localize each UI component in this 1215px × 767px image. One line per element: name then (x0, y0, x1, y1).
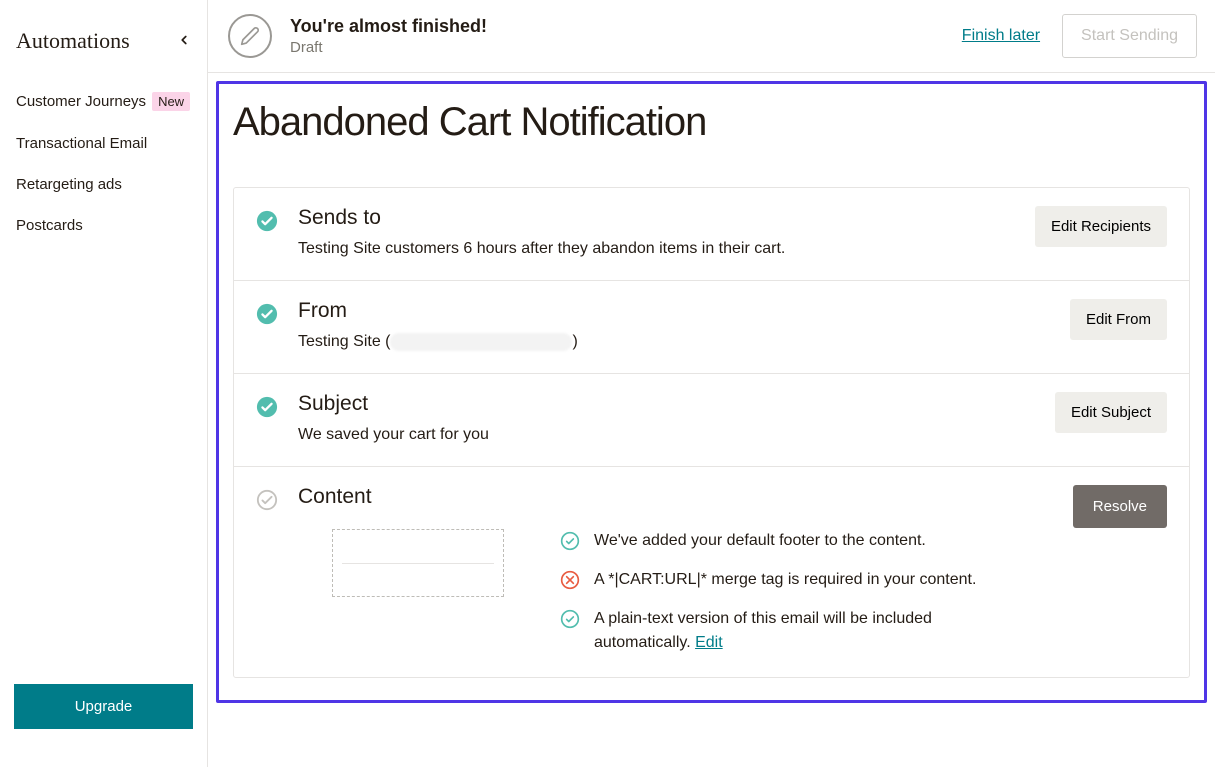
section-body: From Testing Site () (298, 299, 1050, 351)
header-right: Finish later Start Sending (962, 14, 1197, 58)
section-action: Resolve (1073, 485, 1167, 528)
sidebar-item-label: Postcards (16, 217, 83, 234)
sidebar-item-transactional-email[interactable]: Transactional Email (0, 123, 207, 164)
upgrade-container: Upgrade (14, 684, 193, 729)
error-circle-icon (560, 570, 580, 590)
section-title: Sends to (298, 206, 1015, 230)
sidebar-item-customer-journeys[interactable]: Customer Journeys New (0, 80, 207, 123)
section-action: Edit From (1070, 299, 1167, 340)
section-body: Sends to Testing Site customers 6 hours … (298, 206, 1015, 258)
section-desc: Testing Site customers 6 hours after the… (298, 240, 1015, 258)
check-icon (256, 210, 278, 232)
content-area: Abandoned Cart Notification Sends to Tes… (208, 73, 1215, 767)
content-details: We've added your default footer to the c… (298, 529, 1053, 655)
msg-text: A *|CART:URL|* merge tag is required in … (594, 568, 976, 592)
header-bar: You're almost finished! Draft Finish lat… (208, 0, 1215, 73)
finish-later-link[interactable]: Finish later (962, 27, 1040, 45)
sidebar: Automations Customer Journeys New Transa… (0, 0, 208, 767)
section-subject: Subject We saved your cart for you Edit … (234, 374, 1189, 467)
header-text: You're almost finished! Draft (290, 16, 487, 56)
header-title: You're almost finished! (290, 16, 487, 37)
section-title: Content (298, 485, 1053, 509)
sections-list: Sends to Testing Site customers 6 hours … (233, 187, 1190, 678)
msg-text: A plain-text version of this email will … (594, 607, 994, 655)
sidebar-nav: Customer Journeys New Transactional Emai… (0, 74, 207, 246)
header-status: Draft (290, 39, 487, 56)
sidebar-item-label: Transactional Email (16, 135, 147, 152)
from-suffix: ) (572, 333, 577, 350)
new-badge: New (152, 92, 190, 111)
resolve-button[interactable]: Resolve (1073, 485, 1167, 528)
check-icon (256, 303, 278, 325)
msg-plaintext: A plain-text version of this email will … (560, 607, 1053, 655)
check-icon (256, 396, 278, 418)
edit-from-button[interactable]: Edit From (1070, 299, 1167, 340)
section-body: Subject We saved your cart for you (298, 392, 1035, 444)
section-title: Subject (298, 392, 1035, 416)
msg-footer: We've added your default footer to the c… (560, 529, 1053, 553)
check-circle-icon (560, 531, 580, 551)
msg-text: We've added your default footer to the c… (594, 529, 926, 553)
pencil-icon (228, 14, 272, 58)
thumbnail-placeholder (342, 563, 494, 564)
upgrade-button[interactable]: Upgrade (14, 684, 193, 729)
content-thumbnail[interactable] (332, 529, 504, 597)
section-from: From Testing Site () Edit From (234, 281, 1189, 374)
section-action: Edit Subject (1055, 392, 1167, 433)
content-messages: We've added your default footer to the c… (560, 529, 1053, 655)
plaintext-text: A plain-text version of this email will … (594, 610, 932, 651)
section-body: Content We've added your defaul (298, 485, 1053, 655)
highlight-frame: Abandoned Cart Notification Sends to Tes… (216, 81, 1207, 703)
check-circle-icon (560, 609, 580, 629)
check-pending-icon (256, 489, 278, 511)
header-left: You're almost finished! Draft (228, 14, 487, 58)
edit-subject-button[interactable]: Edit Subject (1055, 392, 1167, 433)
from-prefix: Testing Site ( (298, 333, 390, 350)
sidebar-header: Automations (0, 0, 207, 74)
start-sending-button[interactable]: Start Sending (1062, 14, 1197, 58)
sidebar-item-retargeting-ads[interactable]: Retargeting ads (0, 164, 207, 205)
msg-merge-tag: A *|CART:URL|* merge tag is required in … (560, 568, 1053, 592)
section-action: Edit Recipients (1035, 206, 1167, 247)
sidebar-item-postcards[interactable]: Postcards (0, 205, 207, 246)
sidebar-title: Automations (16, 28, 130, 54)
edit-recipients-button[interactable]: Edit Recipients (1035, 206, 1167, 247)
main: You're almost finished! Draft Finish lat… (208, 0, 1215, 767)
sidebar-item-label: Customer Journeys (16, 93, 146, 110)
section-title: From (298, 299, 1050, 323)
section-sends-to: Sends to Testing Site customers 6 hours … (234, 188, 1189, 281)
page-title: Abandoned Cart Notification (233, 100, 1190, 145)
section-desc: Testing Site () (298, 333, 1050, 351)
edit-plaintext-link[interactable]: Edit (695, 634, 723, 651)
redacted-email (390, 333, 572, 351)
sidebar-item-label: Retargeting ads (16, 176, 122, 193)
section-desc: We saved your cart for you (298, 426, 1035, 444)
collapse-sidebar-icon[interactable] (177, 31, 191, 51)
section-content: Content We've added your defaul (234, 467, 1189, 677)
